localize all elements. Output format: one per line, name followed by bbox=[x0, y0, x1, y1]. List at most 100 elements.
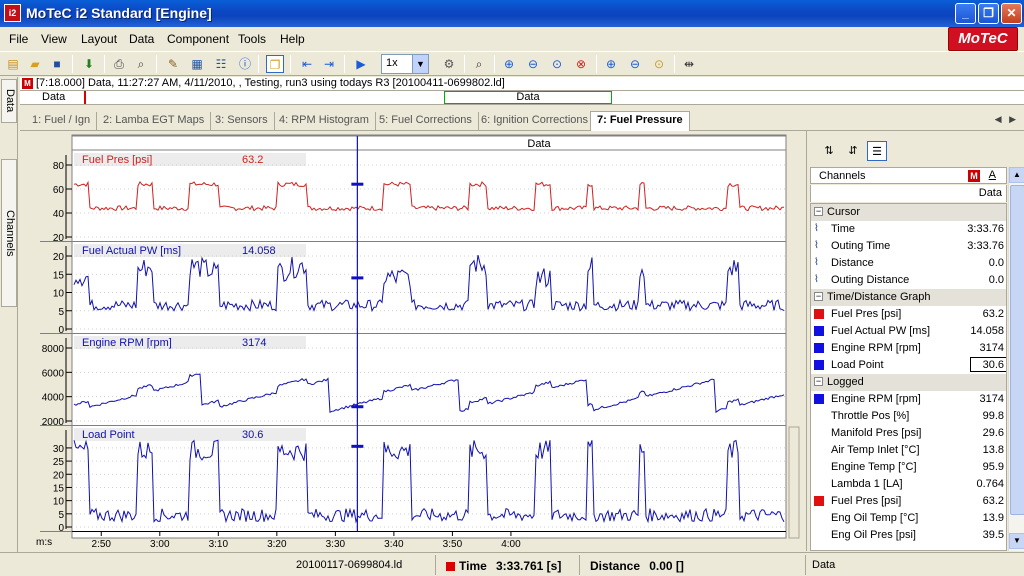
menu-data[interactable]: Data bbox=[129, 32, 154, 46]
channels-panel: ⇅ ⇵ ☰ Channels M A Data − Cursor ⌇ Time 3:33… bbox=[806, 131, 1024, 551]
download-arrow-icon[interactable]: ⬇ bbox=[80, 55, 98, 73]
window-title: MoTeC i2 Standard [Engine] bbox=[26, 5, 212, 21]
range-start-marker[interactable] bbox=[84, 91, 86, 104]
new-icon[interactable]: ▤ bbox=[4, 55, 22, 73]
menu-tools[interactable]: Tools bbox=[238, 32, 266, 46]
alpha-sort-icon[interactable]: A bbox=[989, 169, 996, 181]
channel-row[interactable]: Load Point 30.6 bbox=[811, 357, 1006, 374]
channel-row[interactable]: Eng Oil Temp [°C] 13.9 bbox=[811, 510, 1006, 527]
sort-alpha-icon[interactable]: ⇅ bbox=[819, 141, 839, 161]
data-range-bar[interactable]: Data Data bbox=[20, 91, 1024, 105]
collapse-icon[interactable]: − bbox=[814, 377, 823, 386]
calculator-icon[interactable]: ▦ bbox=[188, 55, 206, 73]
menu-file[interactable]: File bbox=[9, 32, 28, 46]
channel-group[interactable]: − Logged bbox=[811, 374, 1006, 391]
print-icon[interactable]: ⎙ bbox=[110, 55, 128, 73]
menu-view[interactable]: View bbox=[41, 32, 67, 46]
channel-group[interactable]: − Time/Distance Graph bbox=[811, 289, 1006, 306]
collapse-icon[interactable]: − bbox=[814, 207, 823, 216]
properties-icon[interactable]: ☷ bbox=[212, 55, 230, 73]
channel-row[interactable]: Throttle Pos [%] 99.8 bbox=[811, 408, 1006, 425]
zoom-out-icon[interactable]: ⊖ bbox=[524, 55, 542, 73]
tab-sensors[interactable]: 3: Sensors bbox=[209, 112, 275, 130]
channel-row[interactable]: Eng Oil Pres [psi] 39.5 bbox=[811, 527, 1006, 544]
channel-group[interactable]: − Cursor bbox=[811, 204, 1006, 221]
menu-help[interactable]: Help bbox=[280, 32, 305, 46]
zoom-vertical-in-icon[interactable]: ⊕ bbox=[602, 55, 620, 73]
zoom-vertical-out-icon[interactable]: ⊖ bbox=[626, 55, 644, 73]
settings-icon[interactable]: ⚙ bbox=[440, 55, 458, 73]
chevron-down-icon[interactable]: ▼ bbox=[412, 55, 428, 73]
channel-row[interactable]: ⌇ Distance 0.0 bbox=[811, 255, 1006, 272]
open-folder-icon[interactable]: ▰ bbox=[26, 55, 44, 73]
channel-value[interactable]: 30.6 bbox=[970, 357, 1006, 372]
tab-fuel-ign[interactable]: 1: Fuel / Ign bbox=[26, 112, 98, 130]
toolbar-separator bbox=[290, 55, 291, 73]
pane-scrollbar[interactable] bbox=[788, 426, 800, 539]
x-tick-label: 3:30 bbox=[326, 539, 346, 550]
step-back-icon[interactable]: ⇤ bbox=[298, 55, 316, 73]
channel-row[interactable]: Engine RPM [rpm] 3174 bbox=[811, 391, 1006, 408]
channel-row[interactable]: Manifold Pres [psi] 29.6 bbox=[811, 425, 1006, 442]
menu-component[interactable]: Component bbox=[167, 32, 229, 46]
channel-row[interactable]: Fuel Actual PW [ms] 14.058 bbox=[811, 323, 1006, 340]
channel-name: Air Temp Inlet [°C] bbox=[831, 444, 920, 456]
overlay-icon[interactable]: ❐ bbox=[266, 55, 284, 73]
scroll-up-icon[interactable]: ▲ bbox=[1009, 167, 1024, 183]
minimize-button[interactable]: _ bbox=[955, 3, 976, 24]
list-view-icon[interactable]: ☰ bbox=[867, 141, 887, 161]
graph-header-bar bbox=[71, 135, 787, 151]
maximize-button[interactable]: ❐ bbox=[978, 3, 999, 24]
zoom-vertical-fit-icon[interactable]: ⊙ bbox=[650, 55, 668, 73]
play-icon[interactable]: ▶ bbox=[352, 55, 370, 73]
channel-name: Load Point bbox=[831, 359, 884, 371]
zoom-find-icon[interactable]: ⌕ bbox=[470, 55, 488, 73]
zoom-fit-icon[interactable]: ⊙ bbox=[548, 55, 566, 73]
channels-scrollbar[interactable]: ▲ ▼ bbox=[1008, 167, 1024, 551]
channel-value: 99.8 bbox=[982, 410, 1004, 422]
channel-row[interactable]: Fuel Pres [psi] 63.2 bbox=[811, 493, 1006, 510]
tab-ignition-corrections[interactable]: 6: Ignition Corrections bbox=[475, 112, 595, 130]
tab-fuel-pressure[interactable]: 7: Fuel Pressure bbox=[590, 111, 690, 131]
channel-row[interactable]: Air Temp Inlet [°C] 13.8 bbox=[811, 442, 1006, 459]
channel-value: 13.9 bbox=[982, 512, 1004, 524]
edit-icon[interactable]: ✎ bbox=[164, 55, 182, 73]
toolbar-separator bbox=[674, 55, 675, 73]
dock-tab-channels[interactable]: Channels bbox=[1, 159, 17, 307]
playback-speed-select[interactable]: 1x ▼ bbox=[381, 54, 429, 74]
dock-tab-data[interactable]: Data bbox=[1, 79, 17, 123]
range-selection[interactable]: Data bbox=[444, 91, 612, 104]
main-data-icon[interactable]: M bbox=[968, 170, 980, 182]
tab-rpm-histogram[interactable]: 4: RPM Histogram bbox=[273, 112, 376, 130]
data-column-label: Data bbox=[978, 187, 1002, 199]
channel-row[interactable]: ⌇ Outing Distance 0.0 bbox=[811, 272, 1006, 289]
tab-lamba-egt-maps[interactable]: 2: Lamba EGT Maps bbox=[97, 112, 212, 130]
menu-layout[interactable]: Layout bbox=[81, 32, 117, 46]
scroll-thumb[interactable] bbox=[1010, 185, 1024, 515]
save-icon[interactable]: ■ bbox=[48, 55, 66, 73]
channel-row[interactable]: Lambda 1 [LA] 0.764 bbox=[811, 476, 1006, 493]
graph-canvas[interactable]: Data Fuel Pres [psi] 63.2 80 60 40 20 Fuel Actu… bbox=[20, 131, 804, 551]
channel-row[interactable]: Engine Temp [°C] 95.9 bbox=[811, 459, 1006, 476]
tab-scroll-arrows[interactable]: ◀ ▶ bbox=[995, 114, 1016, 125]
scroll-down-icon[interactable]: ▼ bbox=[1009, 533, 1024, 549]
channel-value: 3:33.76 bbox=[967, 240, 1004, 252]
step-forward-icon[interactable]: ⇥ bbox=[320, 55, 338, 73]
zoom-in-icon[interactable]: ⊕ bbox=[500, 55, 518, 73]
channel-trace-icon: ⌇ bbox=[814, 257, 819, 268]
channel-row[interactable]: Fuel Pres [psi] 63.2 bbox=[811, 306, 1006, 323]
channel-row[interactable]: ⌇ Outing Time 3:33.76 bbox=[811, 238, 1006, 255]
channel-row[interactable]: Engine RPM [rpm] 3174 bbox=[811, 340, 1006, 357]
sort-group-icon[interactable]: ⇵ bbox=[843, 141, 863, 161]
y-tick-label: 2000 bbox=[42, 417, 65, 428]
zoom-reset-icon[interactable]: ⊗ bbox=[572, 55, 590, 73]
toolbar-separator bbox=[494, 55, 495, 73]
close-button[interactable]: ✕ bbox=[1001, 3, 1022, 24]
collapse-icon[interactable]: − bbox=[814, 292, 823, 301]
print-preview-icon[interactable]: ⌕ bbox=[132, 55, 150, 73]
split-panes-icon[interactable]: ⇹ bbox=[680, 55, 698, 73]
channel-row[interactable]: ⌇ Time 3:33.76 bbox=[811, 221, 1006, 238]
info-icon[interactable]: ⓘ bbox=[236, 55, 254, 73]
time-distance-graph[interactable]: Data Fuel Pres [psi] 63.2 80 60 40 20 Fuel Actu… bbox=[20, 131, 804, 551]
tab-fuel-corrections[interactable]: 5: Fuel Corrections bbox=[373, 112, 479, 130]
